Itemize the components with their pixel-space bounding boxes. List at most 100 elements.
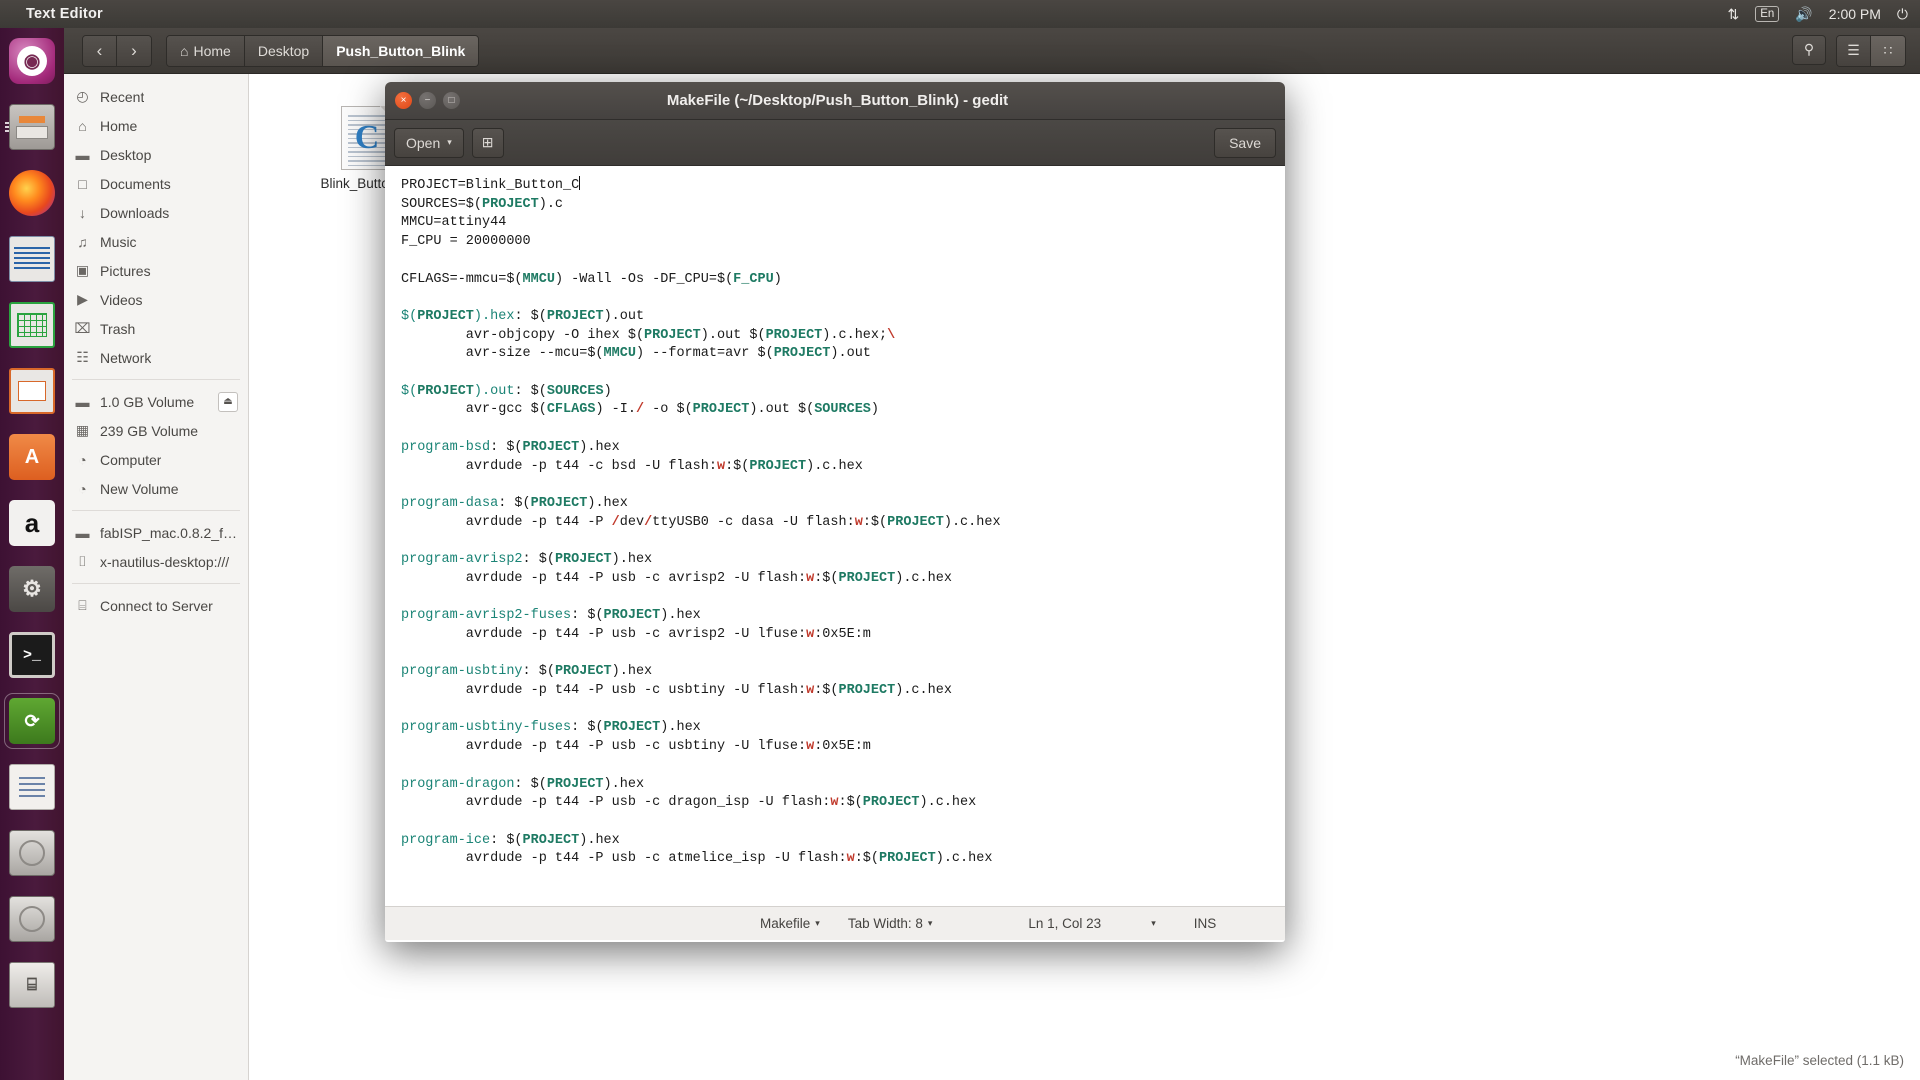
insert-mode-indicator[interactable]: INS <box>1194 916 1217 931</box>
sidebar-item-music[interactable]: ♫ Music <box>64 227 248 256</box>
sidebar-item-239gb-volume[interactable]: ▦ 239 GB Volume <box>64 416 248 445</box>
clock[interactable]: 2:00 PM <box>1829 6 1881 22</box>
sidebar-item-1gb-volume[interactable]: ▬ 1.0 GB Volume ⏏ <box>64 387 248 416</box>
sidebar-item-label: x-nautilus-desktop:/// <box>100 553 230 570</box>
amazon-icon: a <box>9 500 55 546</box>
chevron-down-icon[interactable]: ▾ <box>1151 918 1156 929</box>
sidebar-item-fabisp-bookmark[interactable]: ▬ fabISP_mac.0.8.2_fi… <box>64 518 248 547</box>
sidebar-item-label: New Volume <box>100 480 179 497</box>
launcher-item-usb-volume[interactable]: ⌸ <box>5 958 59 1012</box>
music-icon: ♫ <box>77 233 88 250</box>
launcher-item-gedit[interactable] <box>5 760 59 814</box>
sidebar-divider <box>72 583 240 584</box>
ubuntu-dash-icon: ◉ <box>9 38 55 84</box>
network-icon[interactable]: ⇅ <box>1728 6 1740 23</box>
forward-button[interactable]: › <box>117 35 151 66</box>
new-document-button[interactable]: ⊞ <box>471 127 504 158</box>
close-icon[interactable]: × <box>395 92 412 109</box>
gedit-icon <box>9 764 55 810</box>
maximize-icon[interactable]: □ <box>443 92 460 109</box>
launcher-item-writer[interactable] <box>5 232 59 286</box>
sidebar-item-label: Music <box>100 233 137 250</box>
gedit-text-area[interactable]: PROJECT=Blink_Button_C SOURCES=$(PROJECT… <box>385 166 1285 906</box>
download-icon: ↓ <box>79 204 86 221</box>
breadcrumb-desktop[interactable]: Desktop <box>244 35 324 66</box>
launcher-item-software-updater[interactable]: ⟳ <box>4 693 60 749</box>
launcher-item-calc[interactable] <box>5 298 59 352</box>
sidebar-item-videos[interactable]: ▶ Videos <box>64 285 248 314</box>
desktop-icon: ⌷ <box>78 553 87 569</box>
breadcrumb-push-button-blink[interactable]: Push_Button_Blink <box>323 35 479 66</box>
clock-icon: ◴ <box>76 88 89 104</box>
launcher-item-volume-239gb[interactable] <box>5 826 59 880</box>
gedit-window: × − □ MakeFile (~/Desktop/Push_Button_Bl… <box>385 82 1285 942</box>
breadcrumb-home[interactable]: ⌂ Home <box>167 35 245 66</box>
eject-icon[interactable]: ⏏ <box>218 391 238 412</box>
drive-icon: ▬ <box>75 393 90 410</box>
libreoffice-writer-icon <box>9 236 55 282</box>
launcher-item-new-volume[interactable] <box>5 892 59 946</box>
session-menu-icon[interactable]: ⏻ <box>1897 6 1908 23</box>
volume-icon[interactable]: 🔊 <box>1795 6 1812 23</box>
launcher-item-files[interactable] <box>5 100 59 154</box>
sidebar-item-home[interactable]: ⌂ Home <box>64 111 248 140</box>
launcher-item-software[interactable]: A <box>5 430 59 484</box>
sidebar-item-desktop[interactable]: ▬ Desktop <box>64 140 248 169</box>
launcher-item-ubuntu-dash[interactable]: ◉ <box>5 34 59 88</box>
sidebar-item-x-nautilus-desktop[interactable]: ⌷ x-nautilus-desktop:/// <box>64 547 248 576</box>
sidebar-divider <box>72 510 240 511</box>
breadcrumb: ⌂ Home Desktop Push_Button_Blink <box>166 34 480 67</box>
top-panel: Text Editor ⇅ En 🔊 2:00 PM ⏻ <box>0 0 1920 28</box>
sidebar-item-documents[interactable]: □ Documents <box>64 169 248 198</box>
usb-volume-icon: ⌸ <box>9 962 55 1008</box>
list-view-icon[interactable]: ☰ <box>1837 35 1871 66</box>
search-icon[interactable]: ⚲ <box>1792 34 1826 65</box>
view-toggle-group: ☰ ∷ <box>1836 34 1906 67</box>
sidebar-item-pictures[interactable]: ▣ Pictures <box>64 256 248 285</box>
tab-width-label: Tab Width: 8 <box>847 916 923 931</box>
sidebar-item-network[interactable]: ☷ Network <box>64 343 248 372</box>
home-icon: ⌂ <box>78 117 87 134</box>
sidebar-item-label: fabISP_mac.0.8.2_fi… <box>100 524 238 541</box>
gedit-titlebar[interactable]: × − □ MakeFile (~/Desktop/Push_Button_Bl… <box>385 82 1285 120</box>
window-controls: × − □ <box>395 92 460 109</box>
sidebar-item-recent[interactable]: ◴ Recent <box>64 82 248 111</box>
cursor-position: Ln 1, Col 23 <box>1028 916 1102 931</box>
camera-icon: ▣ <box>75 262 90 278</box>
sidebar-item-computer[interactable]: ◔ Computer <box>64 445 248 474</box>
libreoffice-calc-icon <box>9 302 55 348</box>
system-settings-icon: ⚙ <box>9 566 55 612</box>
language-selector[interactable]: Makefile ▾ <box>760 916 820 931</box>
server-icon: ⌸ <box>78 597 87 613</box>
ubuntu-software-icon: A <box>9 434 55 480</box>
launcher-item-firefox[interactable] <box>5 166 59 220</box>
sidebar-divider <box>72 379 240 380</box>
home-icon: ⌂ <box>180 42 189 59</box>
language-label: Makefile <box>760 916 811 931</box>
sidebar-item-trash[interactable]: ⌧ Trash <box>64 314 248 343</box>
sidebar-item-downloads[interactable]: ↓ Downloads <box>64 198 248 227</box>
sidebar-item-label: Network <box>100 349 152 366</box>
grid-view-icon[interactable]: ∷ <box>1871 35 1905 66</box>
drive-icon: ▦ <box>75 422 90 438</box>
chevron-down-icon: ▾ <box>815 918 820 928</box>
sidebar-item-label: Pictures <box>100 262 151 279</box>
launcher-item-terminal[interactable]: >_ <box>5 628 59 682</box>
sidebar-item-label: Computer <box>100 451 162 468</box>
video-icon: ▶ <box>77 291 88 307</box>
makefile-source: PROJECT=Blink_Button_C SOURCES=$(PROJECT… <box>401 176 1001 867</box>
minimize-icon[interactable]: − <box>419 92 436 109</box>
libreoffice-impress-icon <box>9 368 55 414</box>
panel-app-title[interactable]: Text Editor <box>26 6 103 22</box>
keyboard-layout-indicator[interactable]: En <box>1755 6 1780 22</box>
sidebar-item-label: Home <box>100 117 138 134</box>
tab-width-selector[interactable]: Tab Width: 8 ▾ <box>848 916 933 931</box>
save-button[interactable]: Save <box>1214 127 1276 158</box>
back-button[interactable]: ‹ <box>83 35 117 66</box>
launcher-item-settings[interactable]: ⚙ <box>5 562 59 616</box>
launcher-item-impress[interactable] <box>5 364 59 418</box>
launcher-item-amazon[interactable]: a <box>5 496 59 550</box>
sidebar-item-new-volume[interactable]: ◔ New Volume <box>64 474 248 503</box>
open-button[interactable]: Open ▾ <box>394 127 464 158</box>
sidebar-item-connect-to-server[interactable]: ⌸ Connect to Server <box>64 591 248 620</box>
